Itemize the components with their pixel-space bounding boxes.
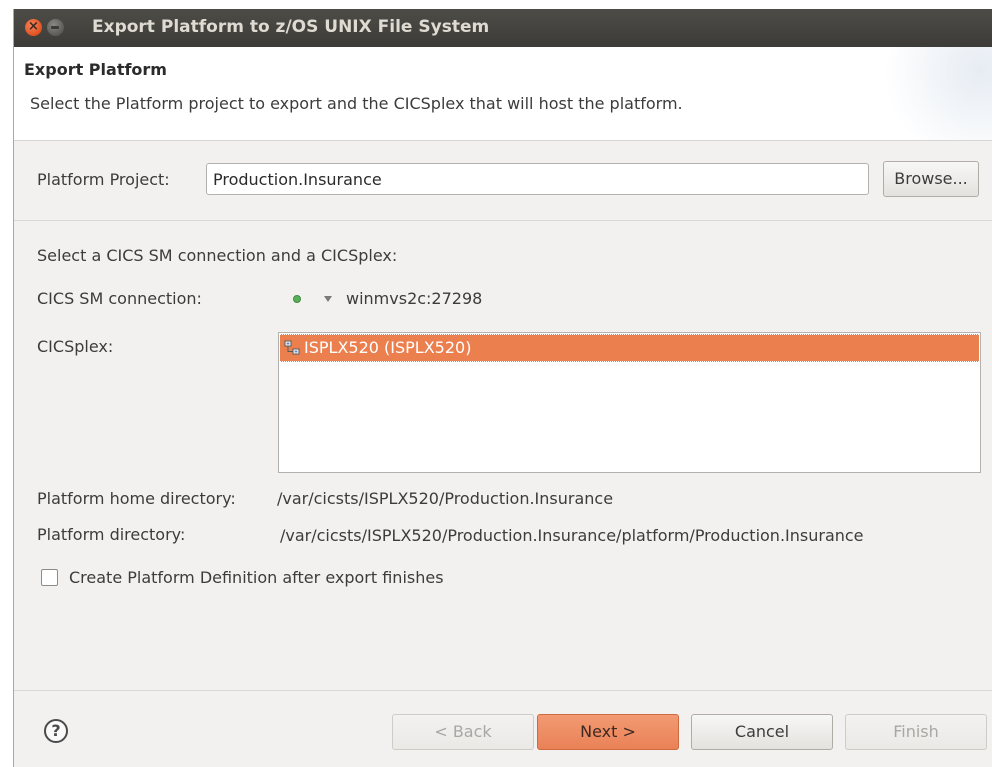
minimize-window-button[interactable] [47, 19, 64, 36]
home-directory-value: /var/cicsts/ISPLX520/Production.Insuranc… [277, 489, 614, 508]
header-decoration [883, 47, 992, 140]
create-definition-checkbox[interactable] [41, 569, 58, 586]
page-title: Export Platform [24, 60, 167, 79]
cicsplex-label: CICSplex: [37, 337, 114, 356]
platform-directory-value: /var/cicsts/ISPLX520/Production.Insuranc… [280, 526, 864, 545]
footer-separator [14, 690, 992, 691]
finish-button[interactable]: Finish [845, 714, 987, 750]
chevron-down-icon[interactable] [324, 296, 332, 302]
list-item[interactable]: ISPLX520 (ISPLX520) [280, 334, 979, 362]
page-description: Select the Platform project to export an… [30, 94, 683, 113]
platform-directory-label: Platform directory: [37, 525, 186, 544]
platform-project-input[interactable] [206, 163, 869, 195]
cicsplex-icon [284, 340, 300, 355]
list-item-label: ISPLX520 (ISPLX520) [304, 338, 472, 357]
close-icon: × [28, 19, 39, 34]
platform-project-label: Platform Project: [37, 170, 170, 189]
separator [14, 220, 992, 221]
back-button[interactable]: < Back [392, 714, 534, 750]
close-window-button[interactable]: × [25, 19, 42, 36]
browse-button[interactable]: Browse... [883, 161, 979, 197]
connection-label: CICS SM connection: [37, 289, 202, 308]
home-directory-label: Platform home directory: [37, 489, 236, 508]
connection-status-icon [293, 295, 301, 303]
connection-prompt: Select a CICS SM connection and a CICSpl… [37, 246, 398, 265]
wizard-header: Export Platform Select the Platform proj… [14, 47, 992, 141]
export-dialog: × Export Platform to z/OS UNIX File Syst… [13, 9, 992, 767]
cicsplex-list[interactable]: ISPLX520 (ISPLX520) [278, 332, 981, 473]
window-title: Export Platform to z/OS UNIX File System [92, 17, 490, 37]
cancel-button[interactable]: Cancel [691, 714, 833, 750]
help-icon[interactable]: ? [44, 719, 68, 743]
create-definition-label[interactable]: Create Platform Definition after export … [69, 568, 444, 587]
title-bar: × Export Platform to z/OS UNIX File Syst… [14, 9, 992, 47]
next-button[interactable]: Next > [537, 714, 679, 750]
connection-value[interactable]: winmvs2c:27298 [346, 289, 482, 308]
